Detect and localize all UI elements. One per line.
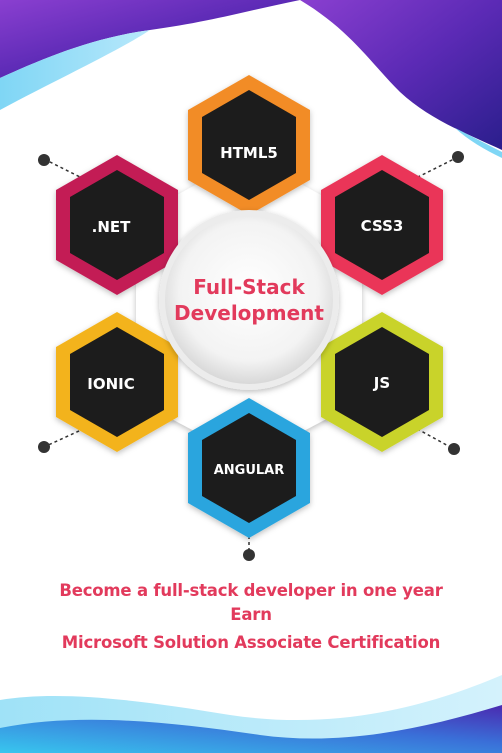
- node-label-js: JS: [373, 374, 390, 392]
- tagline-line3: Microsoft Solution Associate Certificati…: [61, 633, 441, 652]
- node-label-net: .NET: [92, 218, 131, 236]
- center-circle: Full-Stack Development: [159, 210, 339, 390]
- node-label-html5: HTML5: [220, 144, 278, 162]
- node-label-angular: ANGULAR: [214, 463, 285, 478]
- bottom-wave-decoration: [0, 675, 502, 753]
- node-label-css3: CSS3: [361, 217, 404, 235]
- tagline-line1: Become a full-stack developer in one yea…: [59, 581, 443, 600]
- center-title-line1: Full-Stack: [193, 275, 305, 299]
- center-title-line2: Development: [174, 301, 324, 325]
- tagline-line2: Earn: [230, 605, 272, 624]
- node-label-ionic: IONIC: [87, 375, 134, 393]
